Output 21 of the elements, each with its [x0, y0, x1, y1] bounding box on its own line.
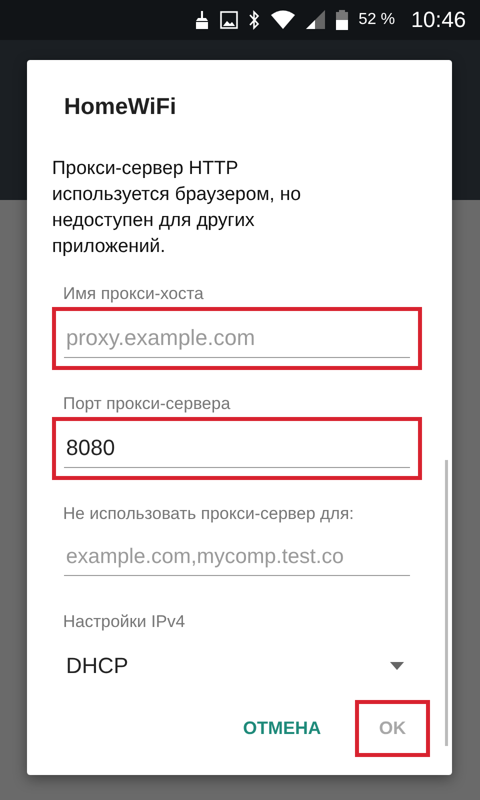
dropdown[interactable]: DHCP — [64, 649, 410, 685]
dropdown-arrow-icon — [390, 662, 404, 670]
highlight-frame[interactable]: proxy.example.com — [52, 307, 422, 370]
image-icon — [220, 11, 238, 29]
highlight-frame[interactable]: DHCP — [52, 635, 422, 697]
dialog-title: HomeWiFi — [63, 92, 178, 118]
bluetooth-icon — [248, 10, 260, 30]
highlight-frame[interactable]: example.com,mycomp.test.co — [52, 527, 422, 588]
battery-level: 52 % — [358, 11, 395, 29]
field-label: Не использовать прокси-сервер для: — [62, 504, 355, 524]
broom-icon — [194, 10, 210, 30]
battery-icon — [336, 10, 348, 30]
field-label: Имя прокси-хоста — [62, 284, 205, 304]
dialog-message: Прокси-сервер HTTP используется браузером, но недоступен для других приложений. — [52, 157, 302, 259]
clock: 10:46 — [410, 7, 466, 33]
signal-icon — [306, 10, 326, 30]
field-label: Настройки IPv4 — [62, 612, 186, 632]
wifi-icon — [270, 10, 296, 30]
cancel-button[interactable]: ОТМЕНА — [219, 700, 345, 757]
highlight-frame[interactable]: 8080 — [52, 417, 422, 480]
field-label: Порт прокси-сервера — [62, 394, 232, 414]
